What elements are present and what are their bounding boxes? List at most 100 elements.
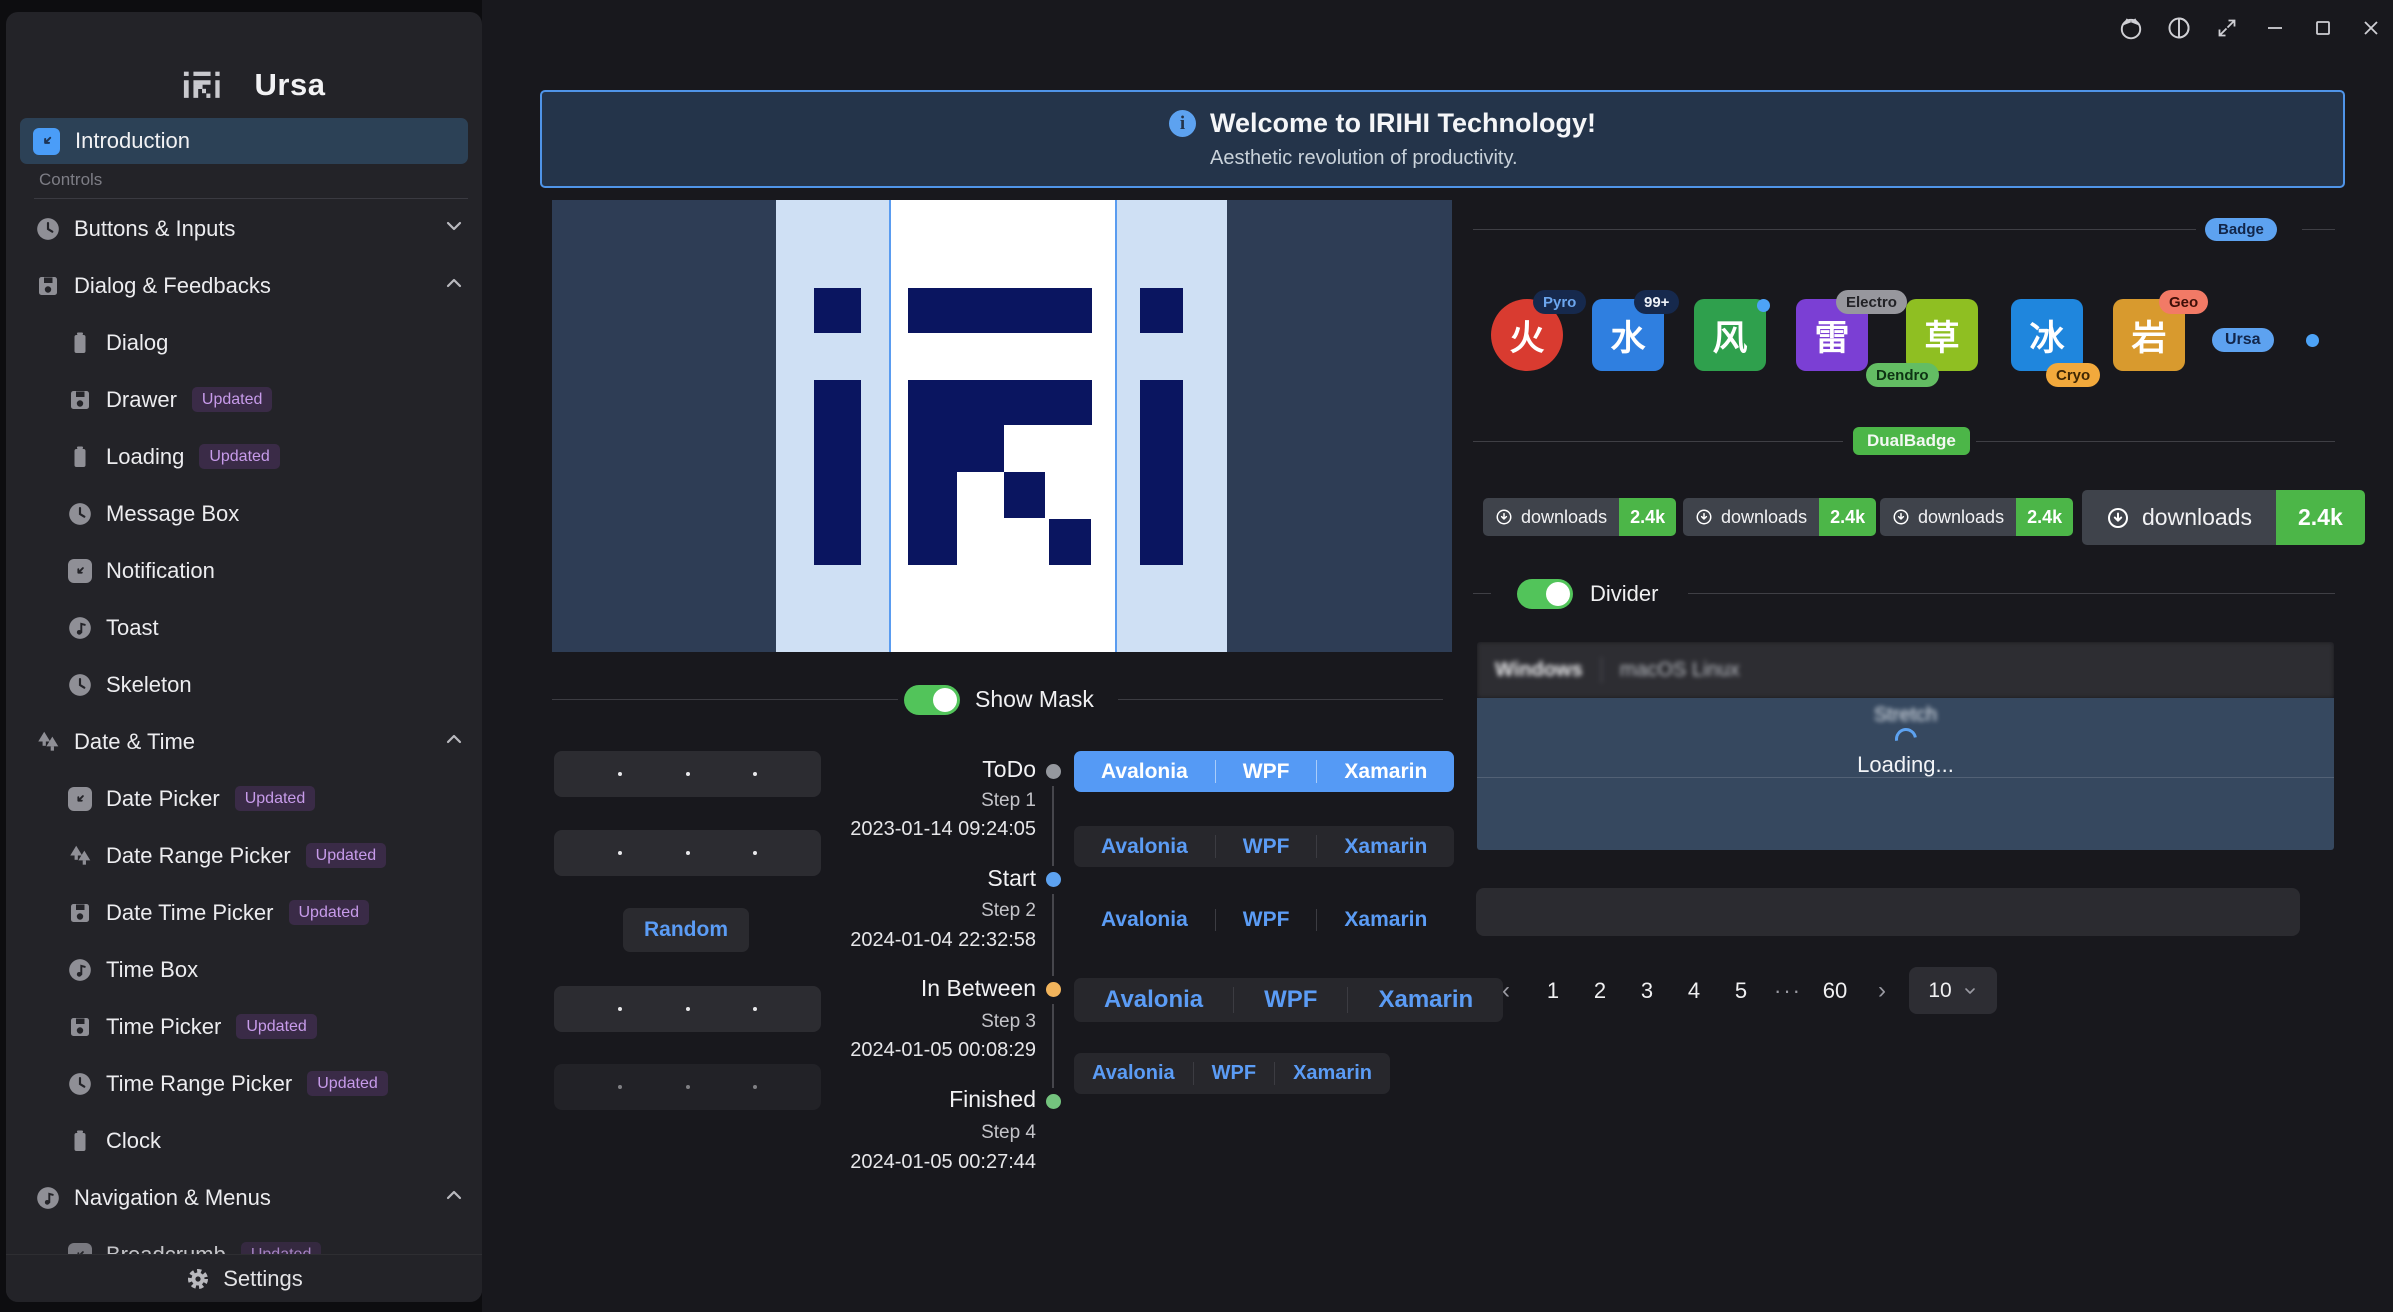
updated-badge: Updated <box>192 387 273 412</box>
tab-macos-linux[interactable]: macOS Linux <box>1620 659 1740 682</box>
sidebar: Ursa Introduction Controls Buttons & Inp… <box>6 12 482 1302</box>
settings-button[interactable]: Settings <box>6 1254 482 1302</box>
pagination-page-3[interactable]: 3 <box>1627 975 1667 1007</box>
maximize-button[interactable] <box>2309 14 2337 42</box>
floppy-icon <box>67 387 93 413</box>
pagination-page-5[interactable]: 5 <box>1721 975 1761 1007</box>
theme-toggle-icon[interactable] <box>2165 14 2193 42</box>
step-time: 2023-01-14 09:24:05 <box>700 818 1036 841</box>
badge-dot <box>2306 334 2319 347</box>
element-tile-dendro: 草 <box>1906 299 1978 371</box>
wpf-button[interactable]: WPF <box>1234 978 1347 1022</box>
sidebar-item-date-time-picker[interactable]: Date Time Picker Updated <box>6 884 482 941</box>
xamarin-button[interactable]: Xamarin <box>1317 826 1454 867</box>
github-icon[interactable] <box>2117 14 2145 42</box>
close-button[interactable] <box>2357 14 2385 42</box>
sidebar-item-loading[interactable]: Loading Updated <box>6 428 482 485</box>
avalonia-button[interactable]: Avalonia <box>1074 978 1233 1022</box>
text-input[interactable] <box>1476 888 2300 936</box>
hero-mask-line <box>1115 200 1117 652</box>
tab-windows[interactable]: Windows <box>1495 659 1583 682</box>
pagination-page-1[interactable]: 1 <box>1533 975 1573 1007</box>
pagination-page-4[interactable]: 4 <box>1674 975 1714 1007</box>
chevron-down-icon <box>442 214 466 243</box>
pin-icon <box>33 128 60 155</box>
badge-dendro: Dendro <box>1866 363 1939 387</box>
divider-line <box>1976 441 2335 442</box>
show-mask-toggle[interactable] <box>904 685 960 715</box>
avalonia-button[interactable]: Avalonia <box>1074 1053 1193 1094</box>
music-note-icon <box>67 957 93 983</box>
download-icon <box>1495 508 1513 526</box>
sidebar-item-dialog-feedbacks[interactable]: Dialog & Feedbacks <box>6 257 482 314</box>
step-label: Step 2 <box>700 900 1036 922</box>
chevron-up-icon <box>442 727 466 756</box>
sidebar-item-drawer[interactable]: Drawer Updated <box>6 371 482 428</box>
sidebar-item-introduction[interactable]: Introduction <box>20 118 468 164</box>
button-group-dark: Avalonia WPF Xamarin <box>1074 826 1454 867</box>
sidebar-item-date-range-picker[interactable]: Date Range Picker Updated <box>6 827 482 884</box>
pagination-page-2[interactable]: 2 <box>1580 975 1620 1007</box>
sidebar-item-navigation-menus[interactable]: Navigation & Menus <box>6 1169 482 1226</box>
sidebar-item-time-range-picker[interactable]: Time Range Picker Updated <box>6 1055 482 1112</box>
avalonia-button[interactable]: Avalonia <box>1074 826 1215 867</box>
divider-line <box>2302 229 2335 230</box>
updated-badge: Updated <box>306 843 387 868</box>
xamarin-button[interactable]: Xamarin <box>1275 1053 1390 1094</box>
fullscreen-icon[interactable] <box>2213 14 2241 42</box>
loading-spinner-icon <box>1890 724 1921 755</box>
clock-icon <box>67 672 93 698</box>
xamarin-button[interactable]: Xamarin <box>1348 978 1503 1022</box>
minimize-button[interactable] <box>2261 14 2289 42</box>
trees-icon <box>67 843 93 869</box>
step-dot-inbetween <box>1046 982 1061 997</box>
updated-badge: Updated <box>307 1071 388 1096</box>
sidebar-item-clock[interactable]: Clock <box>6 1112 482 1169</box>
xamarin-button[interactable]: Xamarin <box>1317 900 1454 940</box>
pagination-page-60[interactable]: 60 <box>1815 975 1855 1007</box>
wpf-button[interactable]: WPF <box>1216 751 1317 792</box>
divider-line <box>1473 441 1843 442</box>
hero-mask-line <box>889 200 891 652</box>
avalonia-button[interactable]: Avalonia <box>1074 900 1215 940</box>
sidebar-item-message-box[interactable]: Message Box <box>6 485 482 542</box>
sidebar-item-buttons-inputs[interactable]: Buttons & Inputs <box>6 200 482 257</box>
pagination-prev[interactable]: ‹ <box>1486 975 1526 1007</box>
divider-toggle[interactable] <box>1517 579 1573 609</box>
loading-text: Loading... <box>1477 752 2334 778</box>
wpf-button[interactable]: WPF <box>1216 826 1317 867</box>
pin-icon <box>67 786 93 812</box>
battery-icon <box>67 1128 93 1154</box>
avalonia-button[interactable]: Avalonia <box>1074 751 1215 792</box>
button-group-large: Avalonia WPF Xamarin <box>1074 978 1503 1022</box>
divider-line <box>1477 777 2334 778</box>
step-time: 2024-01-05 00:08:29 <box>700 1039 1036 1062</box>
xamarin-button[interactable]: Xamarin <box>1317 751 1454 792</box>
app-window: Ursa Introduction Controls Buttons & Inp… <box>0 0 2393 1312</box>
divider-line <box>1118 699 1443 700</box>
sidebar-item-time-box[interactable]: Time Box <box>6 941 482 998</box>
step-dot-todo <box>1046 764 1061 779</box>
step-name: In Between <box>700 975 1036 1002</box>
badge-cryo: Cryo <box>2046 363 2100 387</box>
updated-badge: Updated <box>236 1014 317 1039</box>
wpf-button[interactable]: WPF <box>1194 1053 1274 1094</box>
battery-icon <box>67 330 93 356</box>
sidebar-item-time-picker[interactable]: Time Picker Updated <box>6 998 482 1055</box>
sidebar-item-date-time[interactable]: Date & Time <box>6 713 482 770</box>
badge-pyro: Pyro <box>1533 290 1586 314</box>
sidebar-item-skeleton[interactable]: Skeleton <box>6 656 482 713</box>
music-note-icon <box>67 615 93 641</box>
divider-line <box>552 699 898 700</box>
sidebar-item-toast[interactable]: Toast <box>6 599 482 656</box>
step-label: Step 1 <box>700 790 1036 812</box>
sidebar-item-notification[interactable]: Notification <box>6 542 482 599</box>
pagination-next[interactable]: › <box>1862 975 1902 1007</box>
page-size-select[interactable]: 10 <box>1909 967 1997 1014</box>
element-tile-anemo: 风 <box>1694 299 1766 371</box>
wpf-button[interactable]: WPF <box>1216 900 1317 940</box>
downloads-badge-4: downloads 2.4k <box>2082 490 2365 545</box>
sidebar-item-date-picker[interactable]: Date Picker Updated <box>6 770 482 827</box>
clock-icon <box>67 501 93 527</box>
sidebar-item-dialog[interactable]: Dialog <box>6 314 482 371</box>
